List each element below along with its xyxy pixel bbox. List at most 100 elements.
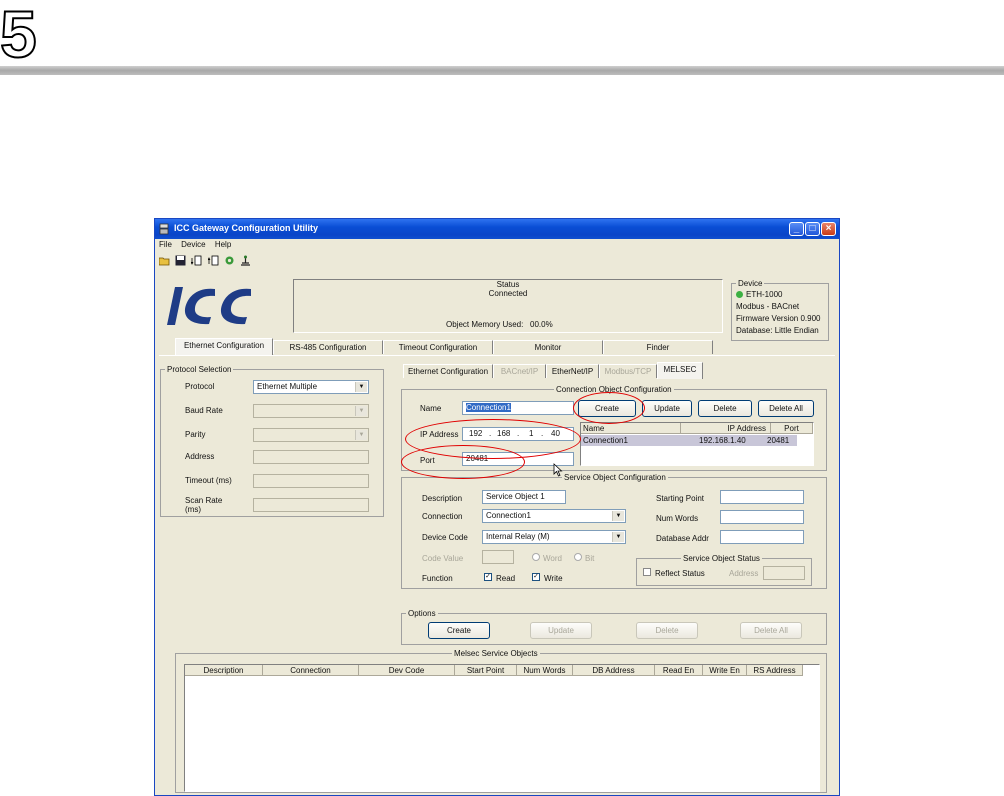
menu-help[interactable]: Help xyxy=(215,240,231,249)
protocol-dropdown[interactable]: Ethernet Multiple ▼ xyxy=(253,380,369,394)
code-value-field[interactable] xyxy=(482,550,514,564)
connection-list-header-ip[interactable]: IP Address xyxy=(681,423,771,434)
connection-list-header-name[interactable]: Name xyxy=(581,423,681,434)
connection-row-port: 20481 xyxy=(767,436,790,445)
parity-dropdown[interactable]: ▼ xyxy=(253,428,369,442)
starting-point-field[interactable] xyxy=(720,490,804,504)
update-connection-button[interactable]: Update xyxy=(642,400,692,417)
status-address-label: Address xyxy=(729,569,759,578)
network-icon[interactable] xyxy=(240,255,251,266)
connection-list[interactable]: Name IP Address Port Connection1 192.168… xyxy=(580,422,814,466)
options-title: Options xyxy=(406,609,438,618)
minimize-icon[interactable]: _ xyxy=(789,222,804,236)
chevron-down-icon: ▼ xyxy=(355,430,367,440)
scan-rate-field[interactable] xyxy=(253,498,369,512)
connection-list-header-port[interactable]: Port xyxy=(771,423,813,434)
read-checkbox[interactable]: ✓ xyxy=(484,573,492,581)
menu-device[interactable]: Device xyxy=(181,240,205,249)
device-code-value: Internal Relay (M) xyxy=(486,532,550,541)
device-database: Database: Little Endian xyxy=(736,326,819,335)
tab-monitor[interactable]: Monitor xyxy=(493,340,603,354)
upload-icon[interactable] xyxy=(207,255,219,266)
tab-rs485-configuration[interactable]: RS-485 Configuration xyxy=(273,340,383,354)
memory-label: Object Memory Used: xyxy=(446,320,524,329)
chevron-down-icon: ▼ xyxy=(612,511,624,521)
download-icon[interactable] xyxy=(191,255,202,266)
melsec-service-objects-title: Melsec Service Objects xyxy=(452,649,540,658)
device-code-dropdown[interactable]: Internal Relay (M) ▼ xyxy=(482,530,626,544)
code-value-label: Code Value xyxy=(422,554,464,563)
delete-connection-button[interactable]: Delete xyxy=(698,400,752,417)
connection-dropdown-value: Connection1 xyxy=(486,511,531,520)
table-row[interactable]: Connection1 192.168.1.40 20481 xyxy=(581,435,797,446)
col-connection[interactable]: Connection xyxy=(263,665,359,676)
description-field[interactable]: Service Object 1 xyxy=(482,490,566,504)
connection-dropdown[interactable]: Connection1 ▼ xyxy=(482,509,626,523)
open-folder-icon[interactable] xyxy=(158,255,170,266)
function-label: Function xyxy=(422,574,453,583)
service-object-status-group: Service Object Status Reflect Status Add… xyxy=(636,554,812,586)
tab-melsec[interactable]: MELSEC xyxy=(657,362,703,379)
menu-bar: File Device Help xyxy=(159,240,238,252)
tab-divider xyxy=(159,355,835,356)
description-label: Description xyxy=(422,494,463,503)
device-protocols: Modbus - BACnet xyxy=(736,302,800,311)
maximize-icon[interactable]: □ xyxy=(805,222,820,236)
service-object-title: Service Object Configuration xyxy=(562,473,668,482)
save-icon[interactable] xyxy=(175,255,186,266)
device-code-label: Device Code xyxy=(422,533,468,542)
timeout-field[interactable] xyxy=(253,474,369,488)
tab-finder[interactable]: Finder xyxy=(603,340,713,354)
highlight-port-ellipse xyxy=(401,445,525,479)
menu-file[interactable]: File xyxy=(159,240,172,249)
scan-rate-label: Scan Rate (ms) xyxy=(185,496,223,514)
baud-rate-dropdown[interactable]: ▼ xyxy=(253,404,369,418)
device-firmware: Firmware Version 0.900 xyxy=(736,314,821,323)
tab-ethernet-ip[interactable]: EtherNet/IP xyxy=(546,364,599,378)
tab-timeout-configuration[interactable]: Timeout Configuration xyxy=(383,340,493,354)
tab-ethernet-configuration[interactable]: Ethernet Configuration xyxy=(175,338,273,355)
options-create-button[interactable]: Create xyxy=(428,622,490,639)
reflect-status-checkbox[interactable] xyxy=(643,568,651,576)
address-field[interactable] xyxy=(253,450,369,464)
options-update-button[interactable]: Update xyxy=(530,622,592,639)
protocol-selection-group: Protocol Selection Protocol Ethernet Mul… xyxy=(160,365,384,517)
num-words-field[interactable] xyxy=(720,510,804,524)
database-addr-field[interactable] xyxy=(720,530,804,544)
melsec-service-objects-list[interactable]: Description Connection Dev Code Start Po… xyxy=(184,664,820,792)
icc-logo xyxy=(163,279,259,331)
col-read-en[interactable]: Read En xyxy=(655,665,703,676)
protocol-value: Ethernet Multiple xyxy=(257,382,318,391)
close-icon[interactable]: × xyxy=(821,222,836,236)
bit-radio[interactable] xyxy=(574,553,582,561)
tab-bacnet-ip[interactable]: BACnet/IP xyxy=(493,364,546,378)
delete-all-connections-button[interactable]: Delete All xyxy=(758,400,814,417)
col-db-address[interactable]: DB Address xyxy=(573,665,655,676)
refresh-icon[interactable] xyxy=(224,255,235,266)
col-write-en[interactable]: Write En xyxy=(703,665,747,676)
col-start-point[interactable]: Start Point xyxy=(455,665,517,676)
col-rs-address[interactable]: RS Address xyxy=(747,665,803,676)
connection-label: Connection xyxy=(422,512,463,521)
col-dev-code[interactable]: Dev Code xyxy=(359,665,455,676)
reflect-status-label: Reflect Status xyxy=(655,569,705,578)
tab-modbus-tcp[interactable]: Modbus/TCP xyxy=(599,364,657,378)
timeout-label: Timeout (ms) xyxy=(185,476,232,485)
status-state: Connected xyxy=(488,289,528,298)
title-bar[interactable]: ICC Gateway Configuration Utility _ □ × xyxy=(155,219,839,239)
col-description[interactable]: Description xyxy=(185,665,263,676)
sub-tabs: Ethernet Configuration BACnet/IP EtherNe… xyxy=(403,362,703,380)
bit-label: Bit xyxy=(585,554,595,563)
options-delete-all-button[interactable]: Delete All xyxy=(740,622,802,639)
chevron-down-icon: ▼ xyxy=(355,382,367,392)
connection-name-field[interactable]: Connection1 xyxy=(462,401,574,415)
address-label: Address xyxy=(185,452,215,461)
word-radio[interactable] xyxy=(532,553,540,561)
tab-ethernet-config[interactable]: Ethernet Configuration xyxy=(403,364,493,378)
status-address-field[interactable] xyxy=(763,566,805,580)
col-num-words[interactable]: Num Words xyxy=(517,665,573,676)
name-label: Name xyxy=(420,404,442,413)
options-delete-button[interactable]: Delete xyxy=(636,622,698,639)
app-window: ICC Gateway Configuration Utility _ □ × … xyxy=(154,218,840,796)
write-checkbox[interactable]: ✓ xyxy=(532,573,540,581)
